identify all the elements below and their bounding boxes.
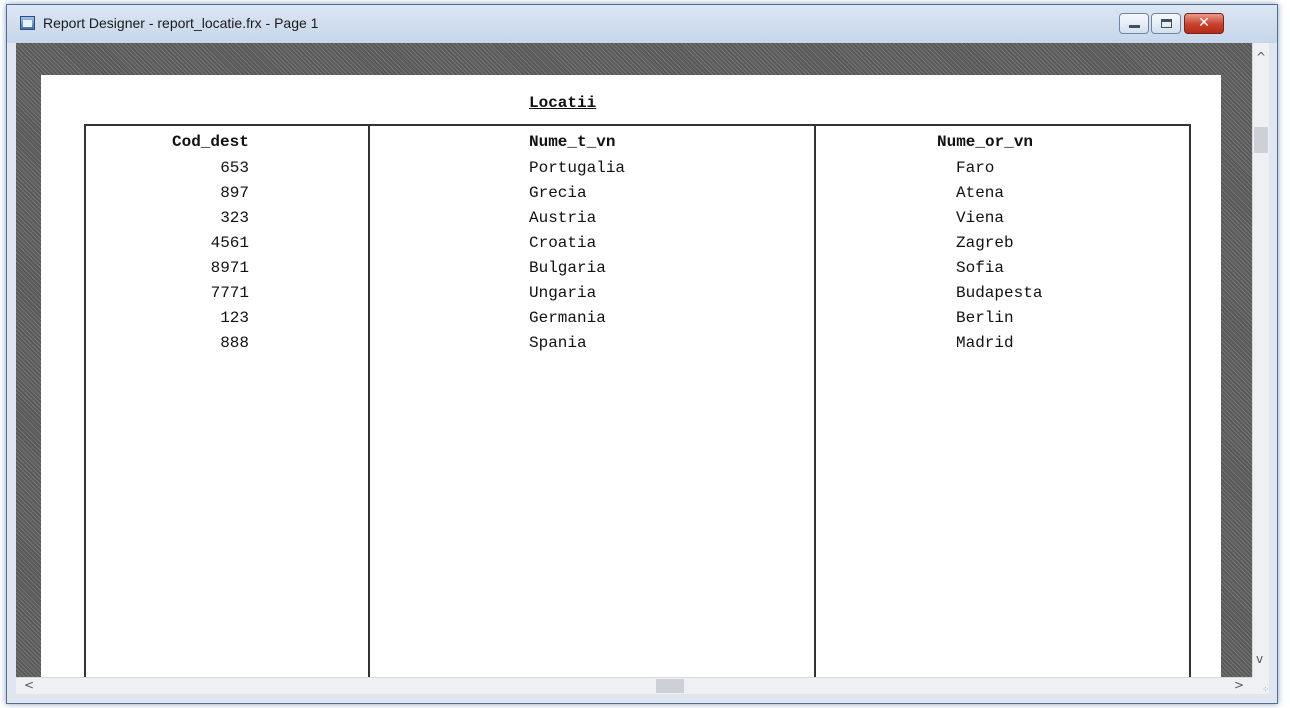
close-icon: ✕ bbox=[1198, 15, 1210, 31]
column-header-nume-t-vn: Nume_t_vn bbox=[529, 133, 616, 151]
resize-grip-icon[interactable]: ⁘ bbox=[1252, 677, 1269, 694]
minimize-button[interactable] bbox=[1119, 13, 1149, 34]
table-cell-nume-or-vn: Berlin bbox=[956, 309, 1014, 327]
table-cell-nume-or-vn: Zagreb bbox=[956, 234, 1014, 252]
title-bar[interactable]: Report Designer - report_locatie.frx - P… bbox=[7, 5, 1277, 43]
close-button[interactable]: ✕ bbox=[1184, 13, 1224, 34]
table-cell-nume-t-vn: Ungaria bbox=[529, 284, 597, 302]
scroll-right-icon[interactable]: > bbox=[1234, 679, 1244, 691]
table-cell-nume-t-vn: Austria bbox=[529, 209, 597, 227]
table-cell-cod-dest: 323 bbox=[220, 209, 249, 227]
table-cell-cod-dest: 123 bbox=[220, 309, 249, 327]
table-cell-cod-dest: 653 bbox=[220, 159, 249, 177]
table-cell-nume-or-vn: Atena bbox=[956, 184, 1005, 202]
table-cell-cod-dest: 7771 bbox=[210, 284, 249, 302]
column-divider-1 bbox=[368, 126, 370, 677]
column-divider-2 bbox=[814, 126, 816, 677]
report-designer-icon bbox=[20, 16, 35, 30]
table-cell-cod-dest: 4561 bbox=[210, 234, 249, 252]
maximize-icon bbox=[1161, 19, 1172, 28]
vertical-scroll-thumb[interactable] bbox=[1254, 127, 1268, 153]
minimize-icon bbox=[1129, 25, 1140, 28]
table-cell-nume-t-vn: Germania bbox=[529, 309, 606, 327]
table-cell-cod-dest: 897 bbox=[220, 184, 249, 202]
table-cell-nume-t-vn: Bulgaria bbox=[529, 259, 606, 277]
column-header-cod-dest: Cod_dest bbox=[172, 133, 249, 151]
table-cell-cod-dest: 8971 bbox=[210, 259, 249, 277]
horizontal-scroll-thumb[interactable] bbox=[656, 679, 684, 693]
scroll-left-icon[interactable]: < bbox=[24, 679, 34, 691]
header-rule bbox=[84, 124, 1191, 126]
report-designer-window: Report Designer - report_locatie.frx - P… bbox=[6, 4, 1278, 704]
table-cell-nume-t-vn: Grecia bbox=[529, 184, 587, 202]
horizontal-scrollbar[interactable]: < > bbox=[16, 677, 1252, 694]
maximize-button[interactable] bbox=[1151, 13, 1181, 34]
table-cell-nume-t-vn: Spania bbox=[529, 334, 587, 352]
column-divider-left bbox=[84, 126, 86, 677]
vertical-scrollbar[interactable]: ^ v bbox=[1252, 43, 1269, 677]
window-title: Report Designer - report_locatie.frx - P… bbox=[43, 15, 319, 31]
scroll-down-icon[interactable]: v bbox=[1256, 653, 1263, 665]
column-divider-right bbox=[1189, 126, 1191, 677]
table-cell-nume-or-vn: Budapesta bbox=[956, 284, 1043, 302]
table-cell-nume-or-vn: Viena bbox=[956, 209, 1005, 227]
table-cell-nume-or-vn: Madrid bbox=[956, 334, 1014, 352]
scroll-up-icon[interactable]: ^ bbox=[1256, 51, 1266, 63]
report-preview-area[interactable]: Locatii Cod_dest Nume_t_vn Nume_or_vn 65… bbox=[16, 43, 1252, 677]
table-cell-nume-t-vn: Croatia bbox=[529, 234, 597, 252]
report-title: Locatii bbox=[529, 94, 597, 112]
table-cell-nume-or-vn: Faro bbox=[956, 159, 995, 177]
table-cell-cod-dest: 888 bbox=[220, 334, 249, 352]
report-page: Locatii Cod_dest Nume_t_vn Nume_or_vn 65… bbox=[41, 75, 1221, 677]
column-header-nume-or-vn: Nume_or_vn bbox=[937, 133, 1034, 151]
table-cell-nume-t-vn: Portugalia bbox=[529, 159, 626, 177]
table-cell-nume-or-vn: Sofia bbox=[956, 259, 1005, 277]
